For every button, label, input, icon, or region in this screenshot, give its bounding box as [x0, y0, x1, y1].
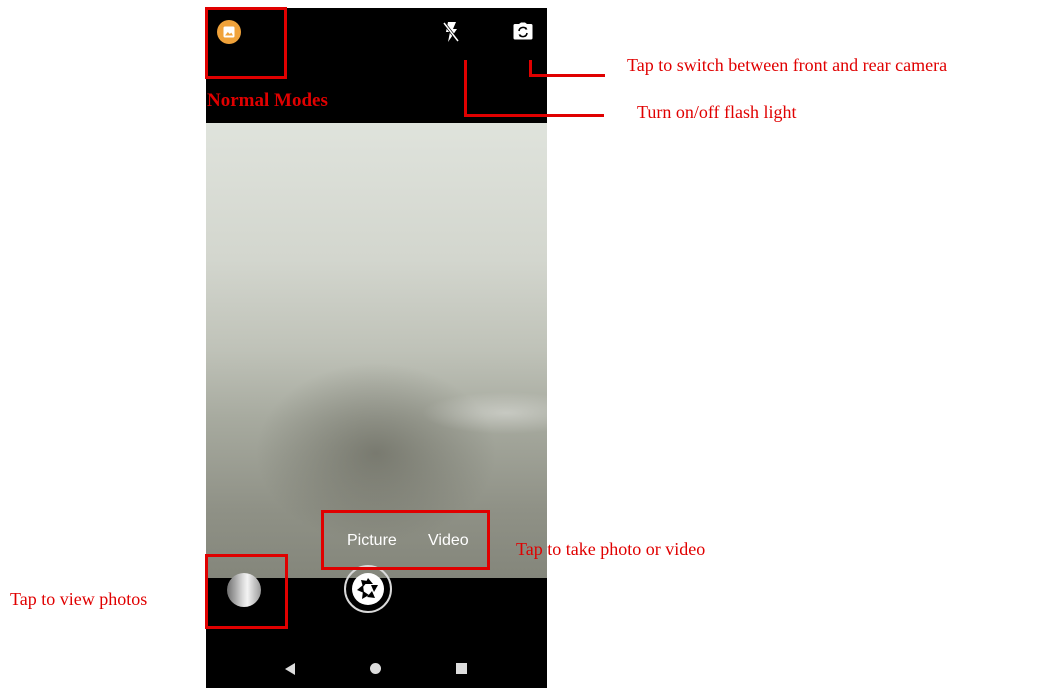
flash-off-icon[interactable]: [442, 21, 460, 43]
annotation-view-photos: Tap to view photos: [10, 589, 148, 609]
switch-camera-icon[interactable]: [513, 22, 533, 40]
annotation-title: Normal Modes: [207, 90, 328, 111]
mode-highlight-box: [321, 510, 490, 570]
switch-leader-horizontal: [529, 74, 605, 77]
help-illustration: Picture Video Normal Modes Turn on/off f…: [0, 0, 1059, 688]
gallery-highlight-box: [205, 7, 287, 79]
annotation-flash: Turn on/off flash light: [637, 102, 797, 122]
annotation-take-photo-video: Tap to take photo or video: [516, 539, 706, 559]
shutter-icon: [352, 573, 384, 605]
annotation-switch-camera: Tap to switch between front and rear cam…: [627, 55, 948, 75]
back-triangle-icon[interactable]: [284, 662, 296, 676]
thumbnail-highlight-box: [205, 554, 288, 629]
flash-leader-horizontal: [464, 114, 604, 117]
flash-leader-vertical: [464, 60, 467, 117]
shutter-button[interactable]: [344, 565, 392, 613]
recent-square-icon[interactable]: [456, 663, 467, 674]
home-circle-icon[interactable]: [370, 663, 381, 674]
